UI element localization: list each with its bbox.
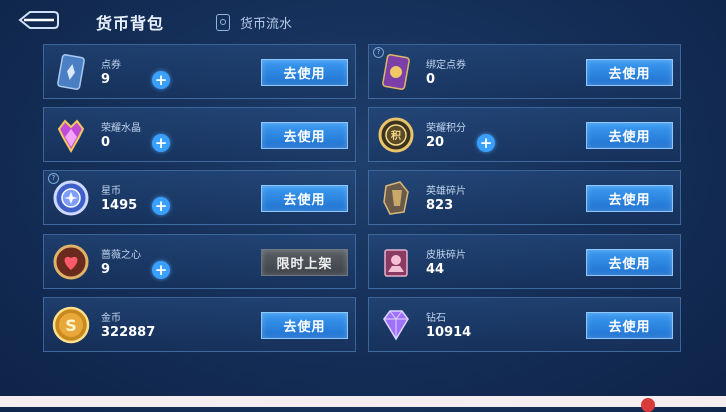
currency-amount: 823 [426,198,454,213]
currency-card: ? 绑定点券 0 去使用 [368,44,681,99]
currency-name: 金币 [101,313,121,324]
currency-card: 荣耀水晶 0 + 去使用 [43,107,356,162]
currency-amount: 0 [101,135,111,150]
coupon-card-icon [51,52,91,92]
glory-crystal-icon [51,115,91,155]
currency-name: 皮肤碎片 [426,250,466,261]
add-currency-button[interactable]: + [152,261,170,279]
diamond-icon [376,305,416,345]
currency-name: 点券 [101,60,121,71]
currency-name: 荣耀积分 [426,123,466,134]
add-currency-button[interactable]: + [477,134,495,152]
currency-amount: 9 [101,262,111,277]
use-button[interactable]: 去使用 [261,59,348,86]
currency-card: 皮肤碎片 44 去使用 [368,234,681,289]
top-bar: 货币背包 货币流水 [0,0,726,42]
currency-name: 星币 [101,186,121,197]
currency-name: 蔷薇之心 [101,250,141,261]
currency-name: 绑定点券 [426,60,466,71]
currency-amount: 20 [426,135,445,150]
bottom-strip [0,396,726,407]
ledger-icon [216,13,230,31]
currency-card: 钻石 10914 去使用 [368,297,681,352]
currency-name: 英雄碎片 [426,186,466,197]
currency-card: ? 星币 1495 + 去使用 [43,170,356,225]
currency-name: 荣耀水晶 [101,123,141,134]
use-button[interactable]: 去使用 [586,312,673,339]
add-currency-button[interactable]: + [152,197,170,215]
limited-time-button: 限时上架 [261,249,348,276]
currency-amount: 44 [426,262,445,277]
use-button[interactable]: 去使用 [261,122,348,149]
currency-card: 积 荣耀积分 20 + 去使用 [368,107,681,162]
currency-amount: 10914 [426,325,472,340]
currency-flow-label: 货币流水 [240,16,293,32]
add-currency-button[interactable]: + [152,134,170,152]
use-button[interactable]: 去使用 [586,249,673,276]
rose-heart-icon [51,242,91,282]
glory-points-icon: 积 [376,115,416,155]
svg-text:S: S [65,316,77,335]
currency-amount: 322887 [101,325,156,340]
currency-card: S 金币 322887 去使用 [43,297,356,352]
use-button[interactable]: 去使用 [261,185,348,212]
currency-card: 英雄碎片 823 去使用 [368,170,681,225]
use-button[interactable]: 去使用 [586,59,673,86]
currency-amount: 1495 [101,198,138,213]
star-coin-icon [51,178,91,218]
use-button[interactable]: 去使用 [586,185,673,212]
currency-card: 点券 9 + 去使用 [43,44,356,99]
back-arrow-icon[interactable] [14,8,60,32]
skin-fragment-icon [376,242,416,282]
hero-fragment-icon [376,178,416,218]
add-currency-button[interactable]: + [152,71,170,89]
currency-name: 钻石 [426,313,446,324]
currency-card: 蔷薇之心 9 + 限时上架 [43,234,356,289]
bound-coupon-card-icon [376,52,416,92]
notification-dot [641,398,655,412]
use-button[interactable]: 去使用 [586,122,673,149]
svg-text:积: 积 [391,129,401,142]
currency-amount: 9 [101,72,111,87]
page-title: 货币背包 [96,14,165,33]
currency-amount: 0 [426,72,436,87]
gold-coin-icon: S [51,305,91,345]
use-button[interactable]: 去使用 [261,312,348,339]
currency-flow-tab[interactable]: 货币流水 [216,12,292,32]
